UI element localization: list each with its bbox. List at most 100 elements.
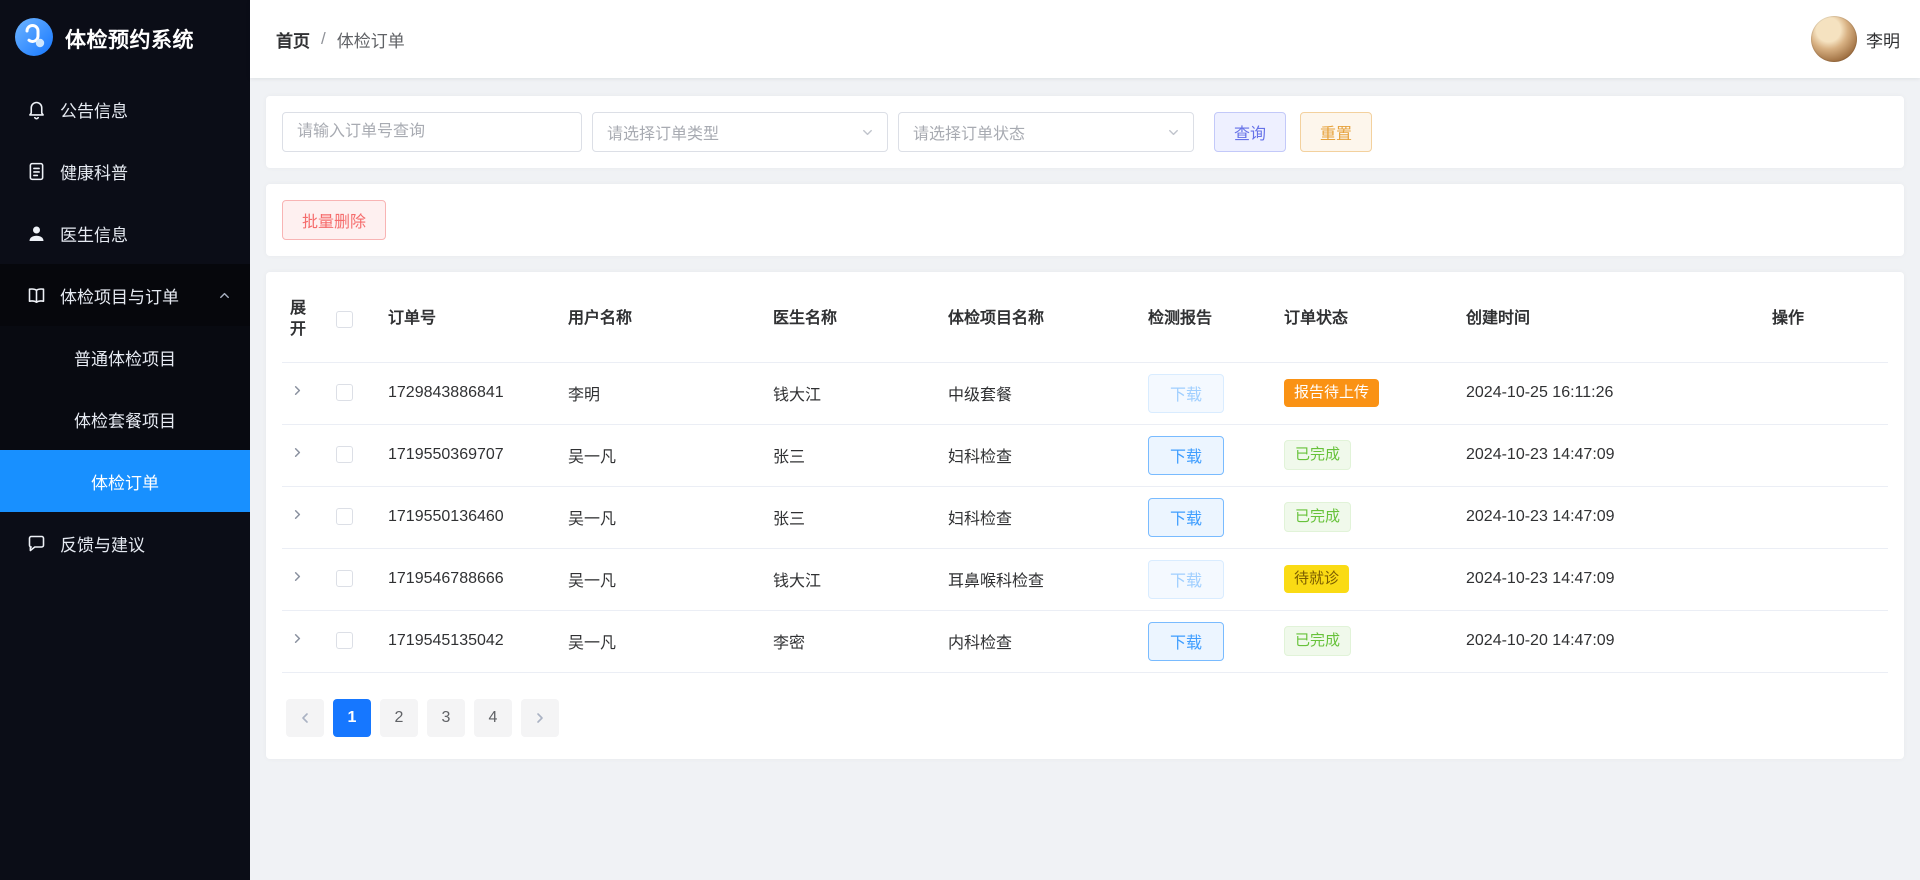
order-no: 1719545135042 <box>388 632 504 650</box>
row-checkbox[interactable] <box>336 508 353 526</box>
book-icon <box>26 285 47 306</box>
column-expand: 展开 <box>282 278 328 363</box>
breadcrumb-separator: / <box>321 29 326 48</box>
order-no: 1719546788666 <box>388 570 504 588</box>
table-row: 1719550369707 吴一凡 张三 妇科检查 下载 已完成 2024-10… <box>282 424 1888 487</box>
order-no: 1719550136460 <box>388 508 504 526</box>
search-button[interactable]: 查询 <box>1214 112 1287 152</box>
order-status-select-value: 请选择订单状态 <box>913 126 1026 143</box>
pagination: 1 2 3 4 <box>282 698 1888 737</box>
order-type-select[interactable]: 请选择订单类型 <box>592 112 888 152</box>
row-expand-icon[interactable] <box>290 445 305 460</box>
sidebar-item-regular-exam-items[interactable]: 普通体检项目 <box>0 326 250 388</box>
table-row: 1719546788666 吴一凡 钱大江 耳鼻喉科检查 下载 待就诊 2024… <box>282 548 1888 611</box>
chevron-right-icon <box>532 710 548 726</box>
status-badge: 报告待上传 <box>1284 379 1380 408</box>
order-no: 1719550369707 <box>388 446 504 464</box>
app-root: 体检预约系统 公告信息 健康科普 医生信息 体检项目与订单 普通体检项目 体检套… <box>0 0 1920 880</box>
row-expand-icon[interactable] <box>290 631 305 646</box>
sidebar-item-exam-orders-group[interactable]: 体检项目与订单 <box>0 264 250 326</box>
column-created: 创建时间 <box>1458 278 1764 363</box>
bell-icon <box>26 99 47 120</box>
avatar[interactable] <box>1811 16 1857 62</box>
pagination-next-button[interactable] <box>521 698 559 737</box>
download-report-button[interactable]: 下载 <box>1148 497 1224 537</box>
doctor-name-cell: 钱大江 <box>773 387 822 405</box>
download-report-button[interactable]: 下载 <box>1148 559 1224 599</box>
row-expand-icon[interactable] <box>290 569 305 584</box>
app-logo: 体检预约系统 <box>0 0 250 78</box>
batch-delete-button[interactable]: 批量删除 <box>282 200 387 240</box>
sidebar: 体检预约系统 公告信息 健康科普 医生信息 体检项目与订单 普通体检项目 体检套… <box>0 0 250 880</box>
column-doctor: 医生名称 <box>765 278 940 363</box>
user-name: 李明 <box>1866 31 1900 51</box>
created-time-cell: 2024-10-20 14:47:09 <box>1466 632 1615 650</box>
sidebar-item-exam-package-items[interactable]: 体检套餐项目 <box>0 388 250 450</box>
breadcrumb: 首页 / 体检订单 <box>276 27 405 52</box>
row-expand-icon[interactable] <box>290 507 305 522</box>
row-checkbox[interactable] <box>336 384 353 402</box>
doctor-name-cell: 钱大江 <box>773 573 822 591</box>
sidebar-item-label: 反馈与建议 <box>60 535 145 555</box>
sidebar-item-label: 体检项目与订单 <box>60 287 179 307</box>
order-status-select[interactable]: 请选择订单状态 <box>898 112 1194 152</box>
app-title: 体检预约系统 <box>65 29 194 52</box>
download-report-button[interactable]: 下载 <box>1148 621 1224 661</box>
doctor-name-cell: 张三 <box>773 511 806 529</box>
sidebar-subitem-label: 普通体检项目 <box>74 349 176 369</box>
reset-button[interactable]: 重置 <box>1300 112 1373 152</box>
pagination-page-4[interactable]: 4 <box>474 698 512 737</box>
pagination-page-3[interactable]: 3 <box>427 698 465 737</box>
sidebar-subitem-label: 体检套餐项目 <box>74 411 176 431</box>
table-row: 1719545135042 吴一凡 李密 内科检查 下载 已完成 2024-10… <box>282 610 1888 673</box>
doctor-name-cell: 李密 <box>773 635 806 653</box>
pagination-prev-button[interactable] <box>286 698 324 737</box>
page-content: 请选择订单类型 请选择订单状态 查询 重置 批量删除 <box>250 78 1920 880</box>
download-report-button[interactable]: 下载 <box>1148 435 1224 475</box>
row-checkbox[interactable] <box>336 446 353 464</box>
chat-icon <box>26 533 47 554</box>
breadcrumb-home[interactable]: 首页 <box>276 27 310 52</box>
orders-table-card: 展开 订单号 用户名称 医生名称 体检项目名称 检测报告 订单状态 创建时间 操… <box>266 272 1904 759</box>
user-menu[interactable]: 李明 <box>1811 16 1900 62</box>
select-all-checkbox[interactable] <box>336 310 353 328</box>
row-expand-icon[interactable] <box>290 383 305 398</box>
sidebar-item-exam-orders[interactable]: 体检订单 <box>0 450 250 512</box>
created-time-cell: 2024-10-23 14:47:09 <box>1466 508 1615 526</box>
sidebar-item-announcements[interactable]: 公告信息 <box>0 78 250 140</box>
column-order-no: 订单号 <box>380 278 560 363</box>
breadcrumb-current: 体检订单 <box>336 31 405 51</box>
sidebar-item-doctors[interactable]: 医生信息 <box>0 202 250 264</box>
main-area: 首页 / 体检订单 李明 请选择订单类型 请选择订单状态 <box>250 0 1920 880</box>
row-checkbox[interactable] <box>336 570 353 588</box>
row-checkbox[interactable] <box>336 632 353 650</box>
sidebar-item-feedback[interactable]: 反馈与建议 <box>0 512 250 574</box>
status-badge: 已完成 <box>1284 502 1352 533</box>
table-row: 1729843886841 李明 钱大江 中级套餐 下载 报告待上传 2024-… <box>282 362 1888 425</box>
order-no-search-input[interactable] <box>282 112 582 152</box>
status-badge: 已完成 <box>1284 440 1352 471</box>
action-cell <box>1764 424 1888 487</box>
doctor-name-cell: 张三 <box>773 449 806 467</box>
pagination-page-2[interactable]: 2 <box>380 698 418 737</box>
chevron-up-icon <box>217 288 232 303</box>
sidebar-item-label: 公告信息 <box>60 101 128 121</box>
user-name-cell: 吴一凡 <box>568 635 617 653</box>
batch-actions-bar: 批量删除 <box>266 184 1904 256</box>
project-name-cell: 耳鼻喉科检查 <box>948 573 1045 591</box>
chevron-left-icon <box>297 710 313 726</box>
order-type-select-value: 请选择订单类型 <box>607 126 720 143</box>
user-name-cell: 吴一凡 <box>568 573 617 591</box>
sidebar-item-health-science[interactable]: 健康科普 <box>0 140 250 202</box>
download-report-button[interactable]: 下载 <box>1148 373 1224 413</box>
table-row: 1719550136460 吴一凡 张三 妇科检查 下载 已完成 2024-10… <box>282 486 1888 549</box>
project-name-cell: 内科检查 <box>948 635 1013 653</box>
table-header-row: 展开 订单号 用户名称 医生名称 体检项目名称 检测报告 订单状态 创建时间 操… <box>282 278 1888 363</box>
project-name-cell: 妇科检查 <box>948 449 1013 467</box>
user-icon <box>26 223 47 244</box>
project-name-cell: 妇科检查 <box>948 511 1013 529</box>
pagination-page-1[interactable]: 1 <box>333 698 371 737</box>
column-status: 订单状态 <box>1276 278 1458 363</box>
user-name-cell: 吴一凡 <box>568 511 617 529</box>
sidebar-subitem-label: 体检订单 <box>91 473 159 493</box>
